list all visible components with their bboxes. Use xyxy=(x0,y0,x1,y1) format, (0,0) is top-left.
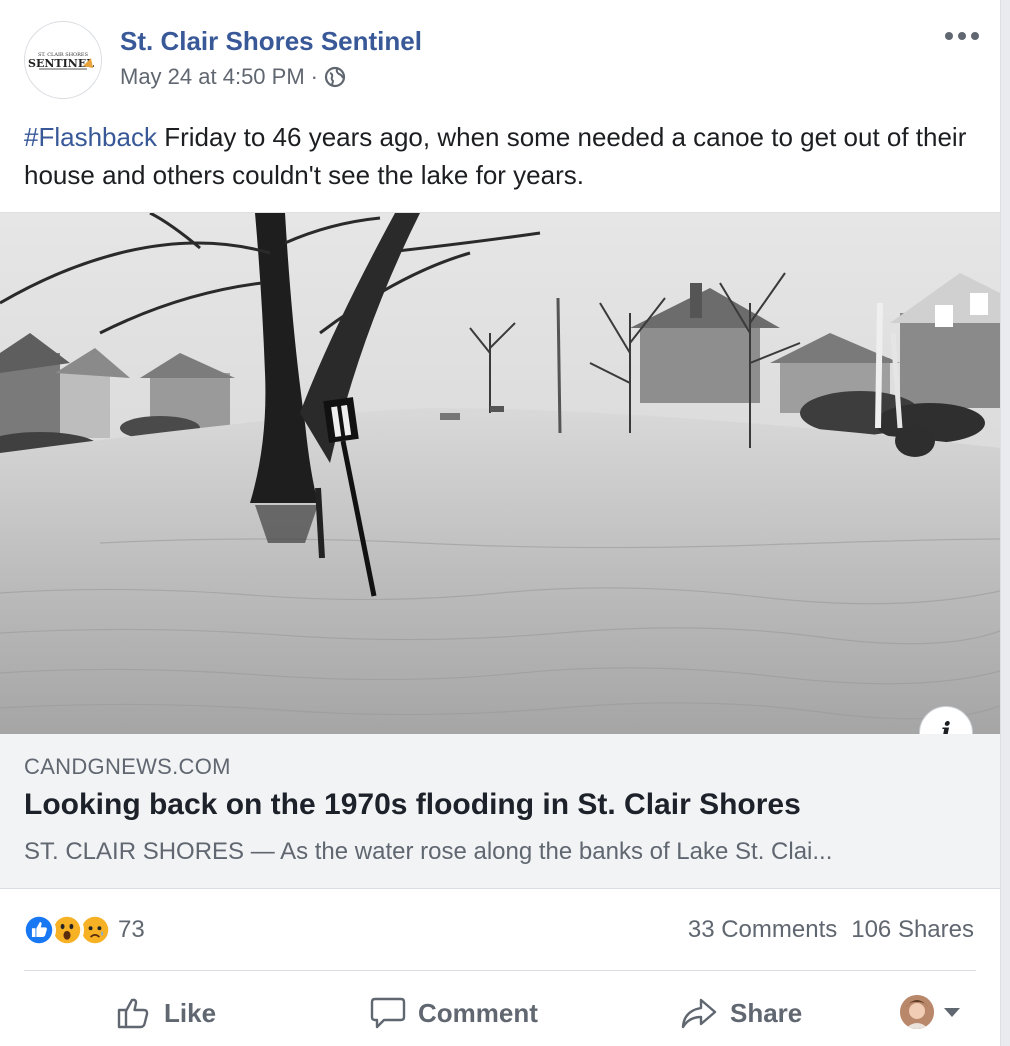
comments-count-link[interactable]: 33 Comments xyxy=(688,916,837,943)
page-edge xyxy=(1000,0,1010,1046)
sentinel-logo: ST. CLAIR SHORES SENTINEL xyxy=(28,52,94,70)
reactions-summary[interactable]: 73 xyxy=(22,913,145,947)
like-button[interactable]: Like xyxy=(116,990,216,1036)
link-preview-text[interactable]: CANDGNEWS.COM Looking back on the 1970s … xyxy=(0,734,1000,889)
thumbs-up-icon xyxy=(117,998,149,1029)
viewer-avatar xyxy=(900,995,934,1029)
link-domain: CANDGNEWS.COM xyxy=(24,754,231,779)
share-icon xyxy=(681,998,717,1029)
like-reaction-icon xyxy=(22,913,56,947)
post-meta: May 24 at 4:50 PM · xyxy=(120,64,346,90)
comment-label: Comment xyxy=(418,997,538,1028)
shares-count-link[interactable]: 106 Shares xyxy=(851,916,974,943)
comment-icon xyxy=(370,997,406,1029)
caret-down-icon xyxy=(944,1007,960,1017)
link-preview-image[interactable] xyxy=(0,212,1000,734)
post-body: Friday to 46 years ago, when some needed… xyxy=(24,122,967,190)
actions-divider xyxy=(24,970,976,971)
comment-button[interactable]: Comment xyxy=(370,990,538,1036)
post-timestamp[interactable]: May 24 at 4:50 PM xyxy=(120,64,305,90)
reaction-count: 73 xyxy=(118,916,145,943)
engagement-stats: 33 Comments 106 Shares xyxy=(688,916,974,944)
page-avatar[interactable]: ST. CLAIR SHORES SENTINEL xyxy=(24,21,102,99)
share-button[interactable]: Share xyxy=(680,990,802,1036)
globe-icon[interactable] xyxy=(324,66,346,88)
post-text: #Flashback Friday to 46 years ago, when … xyxy=(24,118,974,194)
svg-text:SENTINEL: SENTINEL xyxy=(28,57,94,70)
like-label: Like xyxy=(164,997,217,1028)
link-description: ST. CLAIR SHORES — As the water rose alo… xyxy=(24,838,833,865)
page-name-link[interactable]: St. Clair Shores Sentinel xyxy=(120,26,422,57)
link-headline[interactable]: Looking back on the 1970s flooding in St… xyxy=(24,788,801,822)
meta-separator: · xyxy=(310,64,318,89)
facebook-post: ST. CLAIR SHORES SENTINEL St. Clair Shor… xyxy=(0,0,1000,1046)
hashtag-link[interactable]: #Flashback xyxy=(24,122,157,152)
ellipsis-icon[interactable] xyxy=(942,22,982,50)
share-label: Share xyxy=(730,997,803,1028)
viewer-selector[interactable] xyxy=(900,995,960,1029)
